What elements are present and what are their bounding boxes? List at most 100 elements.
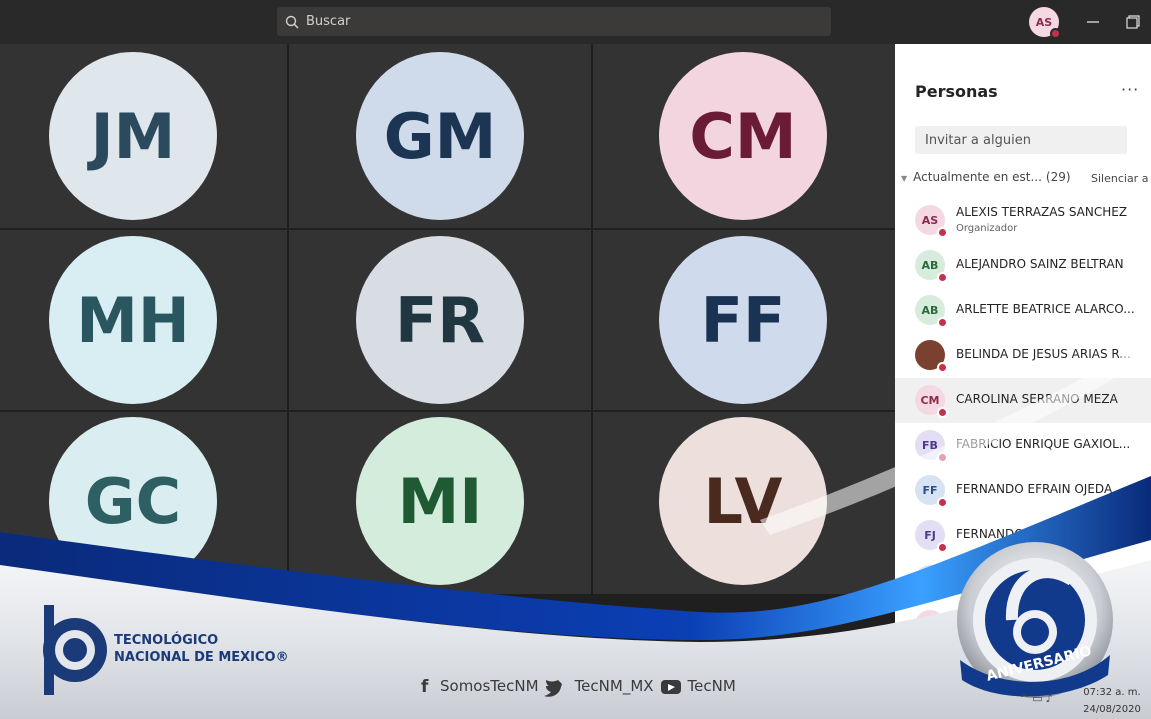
search-box[interactable] bbox=[277, 7, 831, 36]
person-role: Organizador bbox=[956, 223, 1018, 234]
participant-tile[interactable]: LV bbox=[593, 412, 895, 594]
participant-initials: GM bbox=[383, 99, 497, 173]
volume-icon[interactable]: ♪ bbox=[1046, 692, 1056, 705]
participant-initials: CM bbox=[689, 99, 797, 173]
participant-tile[interactable]: GC bbox=[0, 412, 287, 594]
clock-date: 24/08/2020 bbox=[1083, 704, 1141, 715]
person-row[interactable]: FJ FERNANDO MARRUJO JALO... bbox=[895, 513, 1151, 558]
person-initials: AB bbox=[921, 258, 939, 272]
participant-avatar: MH bbox=[49, 236, 217, 404]
person-avatar: FR bbox=[915, 565, 948, 598]
participant-avatar: JM bbox=[49, 52, 217, 220]
presence-busy-icon bbox=[937, 587, 948, 598]
participant-tile[interactable]: JM bbox=[0, 44, 287, 228]
person-name: ARLETTE BEATRICE ALARCO... bbox=[956, 302, 1135, 316]
youtube-handle: TecNM bbox=[687, 677, 736, 695]
person-name: FERNANDO MARRUJO JALO... bbox=[956, 527, 1127, 541]
search-icon bbox=[285, 15, 299, 29]
video-grid: JM GM CM MH FR FF GC MI LV bbox=[0, 44, 895, 594]
panel-title: Personas bbox=[915, 82, 998, 101]
presence-busy-icon bbox=[937, 497, 948, 508]
chevron-up-icon[interactable]: ^ bbox=[1020, 692, 1032, 705]
attendee-section-header[interactable]: ▼ Actualmente en est...(29) Silenciar a t… bbox=[901, 170, 1151, 185]
person-initials: FF bbox=[922, 483, 938, 497]
presence-busy-icon bbox=[937, 632, 948, 643]
participant-tile[interactable]: FF bbox=[593, 230, 895, 410]
person-name: FABRICIO ENRIQUE GAXIOL... bbox=[956, 437, 1131, 451]
participant-tile[interactable]: MI bbox=[289, 412, 591, 594]
presence-busy-icon bbox=[937, 317, 948, 328]
person-row[interactable]: AB ARLETTE BEATRICE ALARCO... bbox=[895, 288, 1151, 333]
presence-busy-icon bbox=[937, 407, 948, 418]
person-name: ALEJANDRO SAINZ BELTRAN bbox=[956, 257, 1124, 271]
person-avatar: FB bbox=[915, 430, 948, 463]
participant-tile[interactable]: CM bbox=[593, 44, 895, 228]
section-count: (29) bbox=[1045, 170, 1071, 184]
participant-tile[interactable]: GM bbox=[289, 44, 591, 228]
person-avatar: AB bbox=[915, 295, 948, 328]
presence-busy-icon bbox=[937, 272, 948, 283]
person-row[interactable]: BELINDA DE JESUS ARIAS R... bbox=[895, 333, 1151, 378]
person-row[interactable]: AB ALEJANDRO SAINZ BELTRAN bbox=[895, 243, 1151, 288]
taskbar-clock[interactable]: 07:32 a. m. 24/08/2020 bbox=[1082, 684, 1142, 718]
chevron-down-icon: ▼ bbox=[901, 174, 908, 183]
person-row[interactable]: FF FERNANDO EFRAIN OJEDA ... bbox=[895, 468, 1151, 513]
person-row[interactable]: CM CAROLINA SERRANO MEZA bbox=[895, 378, 1151, 423]
person-row[interactable]: AS ALEXIS TERRAZAS SANCHEZ Organizador bbox=[895, 198, 1151, 243]
institution-name: TECNOLÓGICO NACIONAL DE MEXICO® bbox=[114, 632, 289, 666]
participant-initials: LV bbox=[703, 464, 783, 538]
participant-avatar: LV bbox=[659, 417, 827, 585]
person-photo-avatar bbox=[915, 340, 948, 373]
person-avatar: FJ bbox=[915, 520, 948, 553]
presence-busy-icon bbox=[1050, 28, 1061, 39]
participant-initials: MH bbox=[76, 283, 190, 357]
person-initials: FB bbox=[922, 438, 938, 452]
system-tray: ^▭♪ bbox=[1020, 692, 1056, 705]
invite-input[interactable] bbox=[915, 126, 1127, 154]
title-bar: AS bbox=[0, 0, 1151, 44]
more-options-icon[interactable]: ··· bbox=[1121, 80, 1139, 99]
person-avatar: CM bbox=[915, 385, 948, 418]
person-initials: AB bbox=[921, 303, 939, 317]
person-name: FERNANDO EFRAIN OJEDA ... bbox=[956, 482, 1128, 496]
participant-tile[interactable]: MH bbox=[0, 230, 287, 410]
clock-time: 07:32 a. m. bbox=[1083, 687, 1141, 698]
network-icon[interactable]: ▭ bbox=[1032, 692, 1045, 705]
social-links: SomosTecNM TecNM_MX TecNM bbox=[422, 677, 736, 695]
mute-all-link[interactable]: Silenciar a to bbox=[1091, 172, 1151, 185]
person-avatar: GC bbox=[915, 655, 948, 684]
person-avatar: AS bbox=[915, 205, 948, 238]
participant-avatar: GM bbox=[356, 52, 524, 220]
restore-icon[interactable] bbox=[1123, 12, 1143, 32]
minimize-icon[interactable] bbox=[1083, 12, 1103, 32]
participant-initials: GC bbox=[84, 464, 182, 538]
twitter-handle: TecNM_MX bbox=[574, 677, 654, 695]
presence-busy-icon bbox=[937, 452, 948, 463]
participant-avatar: GC bbox=[49, 417, 217, 585]
person-initials: AS bbox=[921, 213, 939, 227]
presence-busy-icon bbox=[937, 362, 948, 373]
presence-busy-icon bbox=[937, 542, 948, 553]
person-name: CAROLINA SERRANO MEZA bbox=[956, 392, 1118, 406]
person-initials: FJ bbox=[924, 528, 936, 542]
person-name: BELINDA DE JESUS ARIAS R... bbox=[956, 347, 1131, 361]
participant-avatar: MI bbox=[356, 417, 524, 585]
user-avatar[interactable]: AS bbox=[1029, 7, 1061, 39]
person-avatar: AB bbox=[915, 250, 948, 283]
search-input[interactable] bbox=[306, 14, 806, 29]
participant-tile[interactable]: FR bbox=[289, 230, 591, 410]
facebook-handle: SomosTecNM bbox=[440, 677, 539, 695]
person-initials: GR bbox=[921, 618, 939, 632]
person-row[interactable]: FB FABRICIO ENRIQUE GAXIOL... bbox=[895, 423, 1151, 468]
person-initials: FR bbox=[922, 573, 938, 587]
participant-initials: FR bbox=[394, 283, 486, 357]
participant-avatar: FF bbox=[659, 236, 827, 404]
participant-avatar: CM bbox=[659, 52, 827, 220]
presence-busy-icon bbox=[937, 677, 948, 684]
person-initials: CM bbox=[920, 393, 940, 407]
person-avatar: FF bbox=[915, 475, 948, 508]
person-avatar: GR bbox=[915, 610, 948, 643]
person-name: ALEXIS TERRAZAS SANCHEZ bbox=[956, 205, 1128, 219]
presence-busy-icon bbox=[937, 227, 948, 238]
institution-name-line2: NACIONAL DE MEXICO® bbox=[114, 650, 289, 665]
